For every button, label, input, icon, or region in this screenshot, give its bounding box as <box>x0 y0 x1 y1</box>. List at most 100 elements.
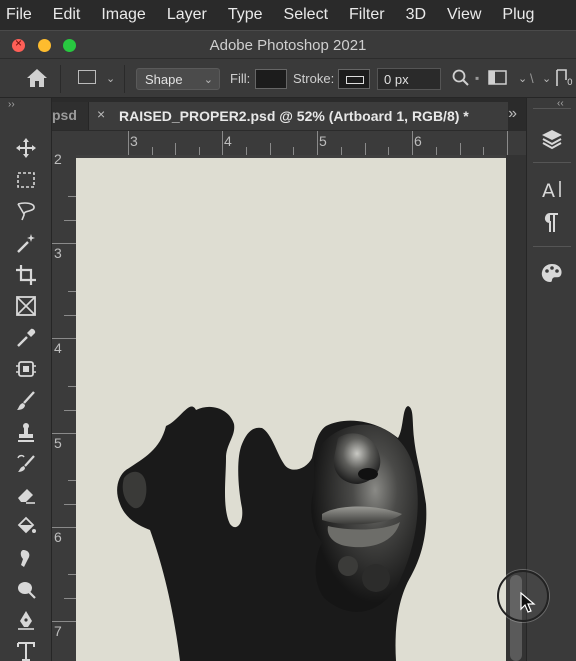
paragraph-panel-icon[interactable] <box>539 210 565 236</box>
ruler-label: 3 <box>54 245 62 261</box>
eyedropper-tool-icon[interactable] <box>12 324 40 352</box>
pen-tool-icon[interactable] <box>12 606 40 634</box>
ruler-label: 4 <box>54 340 62 356</box>
ruler-tick <box>68 196 76 197</box>
ruler-label: 7 <box>54 623 62 639</box>
ruler-tick <box>128 131 129 155</box>
ruler-label: 5 <box>54 435 62 451</box>
shape-mode-value: Shape <box>145 72 183 87</box>
options-bar: ⌄ Shape ⌄ Fill: Stroke: 0 px ▪ ⌄ \ ⌄ 0 <box>0 58 576 98</box>
menu-filter[interactable]: Filter <box>349 6 385 24</box>
clone-stamp-tool-icon[interactable] <box>12 418 40 446</box>
dock-separator <box>533 246 571 247</box>
canvas-area[interactable] <box>76 155 526 661</box>
ruler-tick <box>64 504 76 505</box>
dodge-tool-icon[interactable] <box>12 575 40 603</box>
horizontal-ruler[interactable]: 3 4 5 6 <box>76 131 526 155</box>
type-tool-icon[interactable] <box>12 637 40 661</box>
menu-select[interactable]: Select <box>284 6 328 24</box>
document-tab-bar: psd × RAISED_PROPER2.psd @ 52% (Artboard… <box>52 102 525 130</box>
smudge-tool-icon[interactable] <box>12 544 40 572</box>
ruler-tick <box>436 147 437 155</box>
fill-swatch[interactable] <box>255 69 287 89</box>
ruler-tick <box>175 143 176 155</box>
ruler-tick <box>460 143 461 155</box>
menu-bar: File Edit Image Layer Type Select Filter… <box>0 0 576 30</box>
tab-active-document[interactable]: × RAISED_PROPER2.psd @ 52% (Artboard 1, … <box>88 102 508 130</box>
overflow-indicator: \ <box>530 71 534 86</box>
ruler-label: 3 <box>130 133 138 149</box>
ruler-tick <box>483 147 484 155</box>
vertical-ruler[interactable]: 2 3 4 5 6 7 <box>52 131 76 661</box>
ruler-label: 2 <box>54 151 62 167</box>
character-panel-icon[interactable]: A <box>539 176 565 202</box>
menu-plugins[interactable]: Plug <box>502 6 534 24</box>
chevron-down-icon[interactable]: ⌄ <box>106 72 115 85</box>
separator-dot-icon: ▪ <box>475 71 480 85</box>
settings-gear-icon[interactable]: 0 <box>554 68 576 93</box>
swatches-panel-icon[interactable] <box>539 260 565 286</box>
ruler-tick <box>270 143 271 155</box>
fill-label: Fill: <box>230 71 251 86</box>
ruler-tick <box>64 598 76 599</box>
close-icon[interactable]: × <box>97 106 105 122</box>
ruler-tick <box>222 131 223 155</box>
menu-image[interactable]: Image <box>101 6 145 24</box>
brush-tool-icon[interactable] <box>12 387 40 415</box>
move-tool-icon[interactable] <box>12 134 40 162</box>
menu-view[interactable]: View <box>447 6 481 24</box>
chevron-down-icon: ⌄ <box>203 74 213 86</box>
shape-mode-dropdown[interactable]: Shape ⌄ <box>136 68 220 90</box>
artboard[interactable] <box>76 158 506 661</box>
ruler-tick <box>68 574 76 575</box>
window-title-bar: Adobe Photoshop 2021 <box>0 30 576 58</box>
svg-text:0: 0 <box>567 78 573 88</box>
menu-type[interactable]: Type <box>228 6 263 24</box>
menu-edit[interactable]: Edit <box>53 6 81 24</box>
history-brush-tool-icon[interactable] <box>12 450 40 478</box>
ruler-tick <box>64 315 76 316</box>
ruler-tick <box>365 143 366 155</box>
spot-healing-tool-icon[interactable] <box>12 355 40 383</box>
crop-tool-icon[interactable] <box>12 261 40 289</box>
ruler-tick <box>317 131 318 155</box>
toolbar-collapse-icon[interactable]: ›› <box>8 99 15 110</box>
menu-3d[interactable]: 3D <box>406 6 426 24</box>
ruler-tick <box>52 527 76 528</box>
dock-separator <box>533 162 571 163</box>
ruler-tick <box>152 147 153 155</box>
ruler-tick <box>341 147 342 155</box>
stroke-label: Stroke: <box>293 71 335 86</box>
ruler-label: 4 <box>224 133 232 149</box>
search-icon[interactable] <box>452 69 470 92</box>
ruler-label: 6 <box>414 133 422 149</box>
ruler-tick <box>68 480 76 481</box>
ruler-tick <box>68 291 76 292</box>
ruler-tick <box>246 147 247 155</box>
home-icon[interactable] <box>26 68 48 93</box>
frame-tool-icon[interactable] <box>12 292 40 320</box>
ruler-label: 6 <box>54 529 62 545</box>
chevron-down-icon[interactable]: ⌄ <box>518 72 527 85</box>
tab-previous-document[interactable]: psd <box>52 102 88 130</box>
layers-panel-icon[interactable] <box>539 126 565 152</box>
path-alignment-icon[interactable] <box>488 70 508 91</box>
marquee-tool-icon[interactable] <box>12 166 40 194</box>
paint-bucket-tool-icon[interactable] <box>12 512 40 540</box>
lasso-tool-icon[interactable] <box>12 197 40 225</box>
dock-separator <box>533 108 571 109</box>
magic-wand-tool-icon[interactable] <box>12 229 40 257</box>
ruler-tick <box>52 433 76 434</box>
ruler-tick <box>52 338 76 339</box>
options-separator <box>124 65 125 93</box>
more-tabs-icon[interactable]: » <box>508 105 517 123</box>
chevron-down-icon[interactable]: ⌄ <box>542 72 551 85</box>
stroke-width-input[interactable]: 0 px <box>377 68 441 90</box>
menu-layer[interactable]: Layer <box>167 6 207 24</box>
mouse-pointer-icon <box>520 591 536 619</box>
window-title: Adobe Photoshop 2021 <box>209 37 367 54</box>
eraser-tool-icon[interactable] <box>12 481 40 509</box>
tool-preset-icon[interactable] <box>78 70 96 84</box>
stroke-swatch[interactable] <box>338 69 370 89</box>
menu-file[interactable]: File <box>6 6 32 24</box>
